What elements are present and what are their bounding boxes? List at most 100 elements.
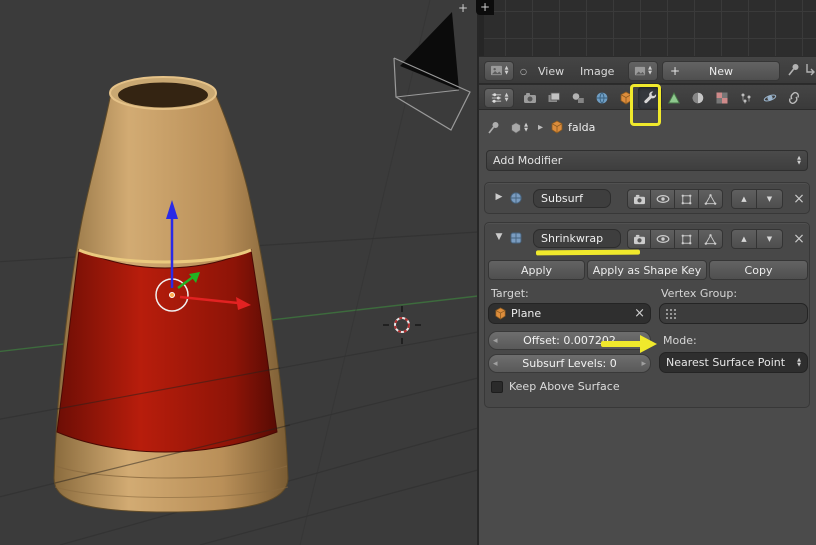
cage-icon	[704, 233, 717, 245]
new-image-button[interactable]: + New	[662, 61, 780, 81]
target-object-picker[interactable]: Plane ×	[488, 303, 651, 324]
uv-image-editor-canvas[interactable]	[484, 0, 816, 56]
slider-increment-icon[interactable]: ▸	[641, 336, 646, 346]
move-down-button[interactable]: ▼	[757, 189, 783, 209]
viewport-visibility-toggle[interactable]	[651, 229, 675, 249]
edit-mode-toggle[interactable]	[675, 189, 699, 209]
on-cage-toggle[interactable]	[699, 229, 723, 249]
mode-label: Mode:	[663, 334, 697, 347]
3d-cursor	[383, 306, 421, 344]
tab-world[interactable]	[590, 87, 614, 109]
tab-physics[interactable]	[758, 87, 782, 109]
pin-image-button[interactable]	[786, 62, 801, 80]
context-object-icon	[511, 122, 521, 134]
context-browse-button[interactable]: ▲ ▼	[506, 118, 532, 138]
apply-button[interactable]: Apply	[488, 260, 585, 280]
dropdown-arrows-icon: ▲ ▼	[797, 356, 801, 368]
menu-image[interactable]: Image	[580, 61, 614, 81]
tab-modifiers[interactable]	[638, 87, 662, 109]
tab-object[interactable]	[614, 87, 638, 109]
tab-particles[interactable]	[734, 87, 758, 109]
context-arrows-icon: ▲ ▼	[524, 122, 528, 133]
keep-above-surface-checkbox-row[interactable]: Keep Above Surface	[491, 380, 620, 393]
camera-object[interactable]	[393, 12, 471, 131]
shrinkwrap-name-field[interactable]: Shrinkwrap	[533, 229, 621, 248]
subsurf-name-field[interactable]: Subsurf	[533, 189, 611, 208]
copy-button[interactable]: Copy	[709, 260, 808, 280]
target-label: Target:	[491, 287, 529, 300]
image-editor-icon	[490, 65, 502, 76]
region-divider[interactable]	[477, 0, 479, 545]
vertex-group-label: Vertex Group:	[661, 287, 738, 300]
pin-icon	[788, 64, 799, 76]
slider-decrement-icon[interactable]: ◂	[493, 359, 498, 369]
collapse-shrinkwrap-button[interactable]: ▼	[493, 232, 505, 242]
apply-as-shape-key-button[interactable]: Apply as Shape Key	[587, 260, 707, 280]
world-icon	[596, 92, 608, 104]
breadcrumb-separator-icon: ▸	[538, 122, 544, 133]
3d-viewport[interactable]	[0, 0, 479, 545]
physics-icon	[763, 94, 777, 102]
panel-corner-plus-icon[interactable]: +	[476, 0, 494, 15]
camera-icon	[524, 93, 536, 103]
particles-icon	[741, 93, 751, 104]
keep-above-surface-label: Keep Above Surface	[509, 380, 620, 393]
object-cube-icon	[495, 307, 506, 320]
tab-constraints[interactable]	[782, 87, 806, 109]
browse-image-button[interactable]: ▲ ▼	[628, 61, 658, 81]
slider-decrement-icon[interactable]: ◂	[493, 336, 498, 346]
viewport-canvas[interactable]	[0, 0, 479, 545]
camera-icon	[633, 234, 645, 244]
properties-header: ▲ ▼	[478, 84, 816, 110]
subsurf-display-toggles	[627, 189, 723, 209]
breadcrumb-object-name: falda	[568, 121, 596, 134]
expand-subsurf-button[interactable]: ▶	[493, 192, 505, 202]
object-icon	[550, 120, 564, 137]
add-modifier-dropdown[interactable]: Add Modifier ▲ ▼	[486, 150, 808, 171]
offset-value: Offset: 0.007202	[523, 334, 616, 347]
render-layers-icon	[548, 92, 560, 102]
modifier-panel-subsurf: ▶ Subsurf ▲ ▼ ×	[484, 182, 810, 214]
breadcrumb: ▲ ▼ ▸ falda	[478, 110, 816, 146]
on-cage-toggle[interactable]	[699, 189, 723, 209]
image-browse-icon	[634, 66, 646, 75]
blender-window: + + ▲ ▼ ○ View Image ▲ ▼ + New ▲ ▼ ▲ ▼ ▸…	[0, 0, 816, 545]
render-visibility-toggle[interactable]	[627, 189, 651, 209]
offset-slider[interactable]: ◂ Offset: 0.007202 ▸	[488, 331, 651, 350]
new-image-label: New	[709, 64, 733, 78]
mode-dropdown[interactable]: Nearest Surface Point ▲ ▼	[659, 352, 808, 373]
browse-arrows-icon: ▲ ▼	[648, 65, 652, 76]
tab-scene[interactable]	[566, 87, 590, 109]
scene-icon	[572, 93, 584, 103]
vertex-group-field[interactable]	[659, 303, 808, 324]
shrinkwrap-modifier-icon	[509, 231, 523, 248]
right-panel: ▲ ▼ ○ View Image ▲ ▼ + New ▲ ▼ ▲ ▼ ▸ fal…	[478, 0, 816, 545]
subsurf-levels-slider[interactable]: ◂ Subsurf Levels: 0 ▸	[488, 354, 651, 373]
edit-mode-toggle[interactable]	[675, 229, 699, 249]
pin-context-button[interactable]	[486, 120, 501, 138]
move-up-button[interactable]: ▲	[731, 189, 757, 209]
menu-view[interactable]: View	[538, 61, 564, 81]
mesh-data-icon	[667, 92, 681, 104]
tab-material[interactable]	[686, 87, 710, 109]
delete-shrinkwrap-button[interactable]: ×	[791, 229, 807, 249]
slider-increment-icon[interactable]: ▸	[641, 359, 646, 369]
delete-subsurf-button[interactable]: ×	[791, 189, 807, 209]
subsurf-levels-value: Subsurf Levels: 0	[522, 357, 617, 370]
move-up-button[interactable]: ▲	[731, 229, 757, 249]
render-visibility-toggle[interactable]	[627, 229, 651, 249]
tab-texture[interactable]	[710, 87, 734, 109]
tab-object-data[interactable]	[662, 87, 686, 109]
keep-above-surface-checkbox[interactable]	[491, 380, 503, 393]
move-down-button[interactable]: ▼	[757, 229, 783, 249]
properties-editor-icon	[491, 93, 501, 103]
tab-render-layers[interactable]	[542, 87, 566, 109]
viewport-visibility-toggle[interactable]	[651, 189, 675, 209]
clear-target-button[interactable]: ×	[634, 306, 645, 321]
properties-editor-type-button[interactable]: ▲ ▼	[484, 88, 514, 108]
editor-type-button[interactable]: ▲ ▼	[484, 61, 514, 81]
viewport-corner-plus-icon[interactable]: +	[455, 1, 471, 15]
tab-render[interactable]	[518, 87, 542, 109]
header-extra-icon[interactable]	[805, 63, 815, 79]
header-circle-icon[interactable]: ○	[520, 61, 527, 81]
